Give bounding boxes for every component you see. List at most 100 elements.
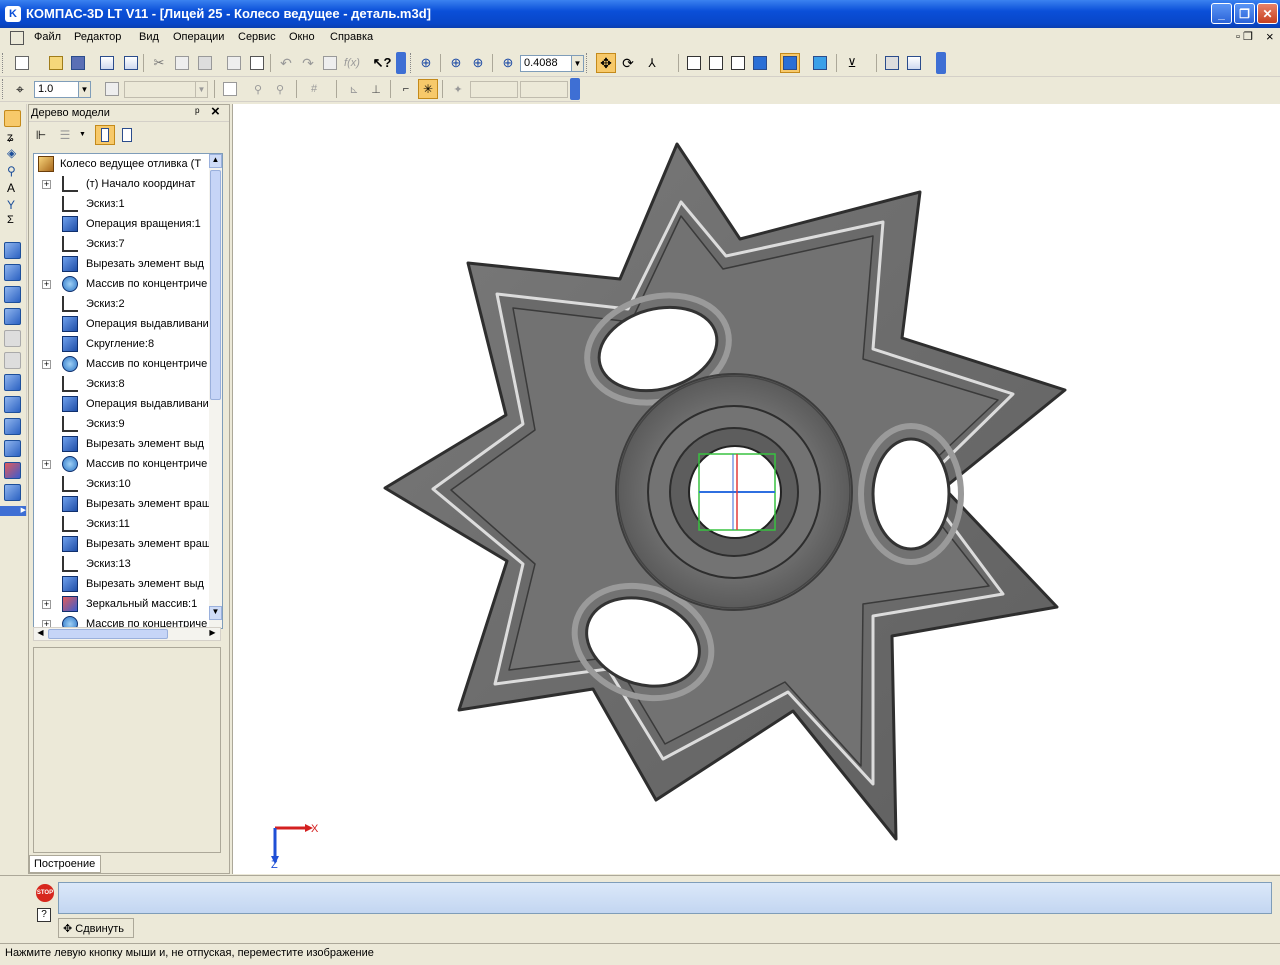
expand-icon[interactable]: + (42, 280, 51, 289)
shell-tool-icon[interactable] (4, 396, 21, 413)
snap-local-icon[interactable]: ⚲ (270, 79, 290, 99)
local-axes-icon[interactable]: ⊥ (366, 79, 386, 99)
coord-y-input[interactable] (520, 81, 568, 98)
zoom-in-icon[interactable]: ⊕ (468, 53, 488, 73)
cut-tool-icon[interactable] (4, 484, 21, 501)
cut-icon[interactable]: ✂ (149, 53, 169, 73)
measure-icon[interactable]: Σ (7, 214, 14, 226)
properties-icon[interactable] (247, 53, 267, 73)
function-icon[interactable]: f(x) (342, 53, 362, 73)
tree-item[interactable]: Эскиз:9 (34, 414, 209, 434)
document-icon[interactable] (10, 31, 24, 45)
hidden-thin-icon[interactable] (728, 53, 748, 73)
stop-icon[interactable]: STOP (36, 884, 54, 902)
fillet-tool-icon[interactable] (4, 374, 21, 391)
print-preview-icon[interactable] (97, 53, 117, 73)
detail-edit-icon[interactable] (4, 110, 21, 127)
manager-icon[interactable] (882, 53, 902, 73)
mdi-close-icon[interactable]: × (1266, 29, 1274, 44)
tree-item[interactable]: Эскиз:8 (34, 374, 209, 394)
tree-item[interactable]: Эскиз:10 (34, 474, 209, 494)
scroll-right-icon[interactable]: ▶ (206, 628, 219, 640)
expand-icon[interactable]: + (42, 600, 51, 609)
title-bar[interactable]: K КОМПАС-3D LT V11 - [Лицей 25 - Колесо … (0, 0, 1280, 28)
pan-icon[interactable]: ✥ (596, 53, 616, 73)
zoom-dropdown-icon[interactable]: ▼ (571, 55, 584, 72)
model-tree-list[interactable]: Колесо ведущее отливка (Т + (т) Начало ко… (33, 153, 223, 629)
rib-tool-icon[interactable] (4, 352, 21, 369)
toolbar-overflow-3-icon[interactable] (570, 78, 580, 100)
tree-item[interactable]: + Массив по концентриче (34, 274, 209, 294)
tree-vertical-scrollbar[interactable]: ▲ ▼ (209, 154, 222, 628)
tree-horizontal-scrollbar[interactable]: ◀ ▶ (33, 627, 221, 641)
tree-hscroll-thumb[interactable] (48, 629, 168, 639)
layer-dropdown-icon[interactable]: ▼ (195, 81, 208, 98)
toolbar-grip[interactable] (2, 53, 6, 73)
tree-mode-icon[interactable]: ☰ (55, 125, 75, 145)
tree-item[interactable]: Вырезать элемент выд (34, 434, 209, 454)
step-dropdown-icon[interactable]: ▼ (78, 81, 91, 98)
toolbar-overflow-2-icon[interactable] (936, 52, 946, 74)
menu-view[interactable]: Вид (139, 31, 159, 43)
tree-item[interactable]: Вырезать элемент вращ (34, 494, 211, 514)
slope-tool-icon[interactable] (4, 418, 21, 435)
kinematic-tool-icon[interactable] (4, 286, 21, 303)
close-button[interactable]: ✕ (1257, 3, 1278, 24)
rotate-icon[interactable]: ⟳ (618, 53, 638, 73)
cursor-coords-icon[interactable]: ✦ (448, 79, 468, 99)
tree-item[interactable]: Эскиз:13 (34, 554, 209, 574)
scroll-down-icon[interactable]: ▼ (209, 606, 222, 620)
gear-model[interactable]: X Z (233, 104, 1280, 874)
snap-icon[interactable]: ⚲ (248, 79, 268, 99)
tree-item[interactable]: Вырезать элемент вращ (34, 534, 211, 554)
mdi-restore-icon[interactable]: ▫ ❐ (1236, 30, 1253, 43)
aux-geometry-icon[interactable]: ⚲ (7, 164, 16, 178)
tree-item[interactable]: Вырезать элемент выд (34, 574, 209, 594)
tree-item[interactable]: Скругление:8 (34, 334, 209, 354)
save-icon[interactable] (68, 53, 88, 73)
tab-build[interactable]: Построение (29, 855, 101, 873)
menu-window[interactable]: Окно (289, 31, 315, 43)
tree-item[interactable]: Эскиз:7 (34, 234, 209, 254)
pin-icon[interactable]: ᵖ (195, 105, 200, 119)
mirror-tool-icon[interactable] (4, 462, 21, 479)
tab-move[interactable]: ✥ Сдвинуть (58, 918, 134, 938)
variables-icon[interactable] (320, 53, 340, 73)
wireframe-icon[interactable] (684, 53, 704, 73)
zoom-window-icon[interactable]: ⊕ (416, 53, 436, 73)
tree-item[interactable]: Операция вращения:1 (34, 214, 209, 234)
tree-item[interactable]: + Зеркальный массив:1 (34, 594, 209, 614)
shaded-icon[interactable] (750, 53, 770, 73)
maximize-button[interactable]: ❐ (1234, 3, 1255, 24)
zoom-input[interactable]: 0.4088 (520, 55, 572, 72)
coord-x-input[interactable] (470, 81, 518, 98)
new-document-icon[interactable] (12, 53, 32, 73)
print-icon[interactable] (121, 53, 141, 73)
grid-icon[interactable]: # (304, 79, 324, 99)
layer-icon[interactable] (102, 79, 122, 99)
menu-edit[interactable]: Редактор (74, 31, 121, 43)
menu-service[interactable]: Сервис (238, 31, 276, 43)
tree-item[interactable]: Вырезать элемент выд (34, 254, 209, 274)
menu-help[interactable]: Справка (330, 31, 373, 43)
scroll-left-icon[interactable]: ◀ (34, 628, 47, 640)
dimensions-icon[interactable]: A (7, 181, 15, 195)
tree-structure-icon[interactable]: ⊩ (31, 125, 51, 145)
revolve-tool-icon[interactable] (4, 264, 21, 281)
shaded-edges-icon[interactable] (780, 53, 800, 73)
scroll-up-icon[interactable]: ▲ (209, 154, 222, 168)
redo-icon[interactable]: ↷ (298, 53, 318, 73)
format-brush-icon[interactable] (224, 53, 244, 73)
ortho-icon[interactable]: ⊾ (344, 79, 364, 99)
model-viewport[interactable]: X Z (232, 104, 1280, 874)
rebuild-icon[interactable] (904, 53, 924, 73)
zoom-all-icon[interactable]: ⊕ (446, 53, 466, 73)
menu-file[interactable]: Файл (34, 31, 61, 43)
copy-icon[interactable] (172, 53, 192, 73)
undo-icon[interactable]: ↶ (276, 53, 296, 73)
panel-close-icon[interactable]: × (211, 103, 220, 120)
step-input[interactable]: 1.0 (34, 81, 79, 98)
minimize-button[interactable]: _ (1211, 3, 1232, 24)
orientation-icon[interactable]: ⅄ (642, 53, 662, 73)
expand-icon[interactable]: + (42, 180, 51, 189)
